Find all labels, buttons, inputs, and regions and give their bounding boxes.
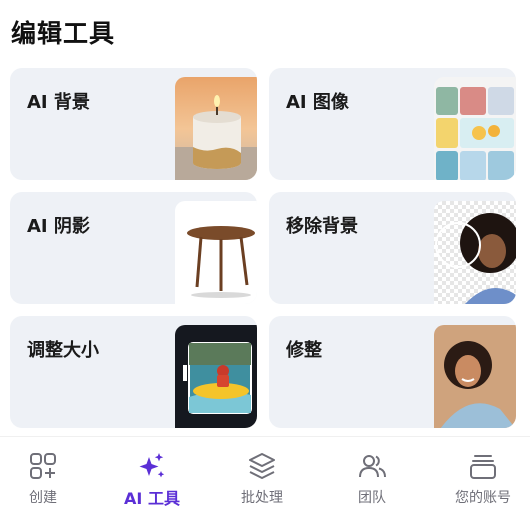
sparkle-icon <box>139 453 165 478</box>
portrait-thumbnail <box>434 325 516 428</box>
tool-label: 移除背景 <box>286 216 358 237</box>
tab-label: AI 工具 <box>124 489 180 508</box>
cutout-thumbnail <box>434 201 516 304</box>
tab-create[interactable]: 创建 <box>0 437 96 510</box>
tab-label: 团队 <box>358 490 386 506</box>
account-stack-icon <box>470 455 496 479</box>
layers-icon <box>249 453 275 479</box>
people-icon <box>359 455 386 478</box>
tool-card-remove-background[interactable]: 移除背景 <box>269 192 516 304</box>
tool-label: AI 阴影 <box>27 216 90 237</box>
section-title: 编辑工具 <box>11 19 116 48</box>
tool-card-ai-shadow[interactable]: AI 阴影 <box>10 192 257 304</box>
tab-label: 您的账号 <box>455 490 511 506</box>
tool-card-retouch[interactable]: 修整 <box>269 316 516 428</box>
candle-thumbnail <box>175 77 257 180</box>
tool-label: 修整 <box>286 340 322 361</box>
tab-label: 批处理 <box>241 490 283 506</box>
tool-label: AI 背景 <box>27 92 90 113</box>
stool-thumbnail <box>175 201 257 304</box>
tool-label: 调整大小 <box>27 340 99 361</box>
bottom-tab-bar: 创建 AI 工具 批处理 团队 您的账号 <box>0 436 530 510</box>
tab-label: 创建 <box>29 490 57 506</box>
tab-team[interactable]: 团队 <box>319 437 425 510</box>
rafting-thumbnail <box>175 325 257 428</box>
tab-batch[interactable]: 批处理 <box>209 437 315 510</box>
tool-card-resize[interactable]: 调整大小 <box>10 316 257 428</box>
grid-plus-icon <box>30 453 56 479</box>
tab-ai-tools[interactable]: AI 工具 <box>99 437 205 510</box>
tool-label: AI 图像 <box>286 92 349 113</box>
tool-card-ai-image[interactable]: AI 图像 <box>269 68 516 180</box>
tab-account[interactable]: 您的账号 <box>430 437 530 510</box>
tool-card-ai-background[interactable]: AI 背景 <box>10 68 257 180</box>
collage-thumbnail <box>434 77 516 180</box>
